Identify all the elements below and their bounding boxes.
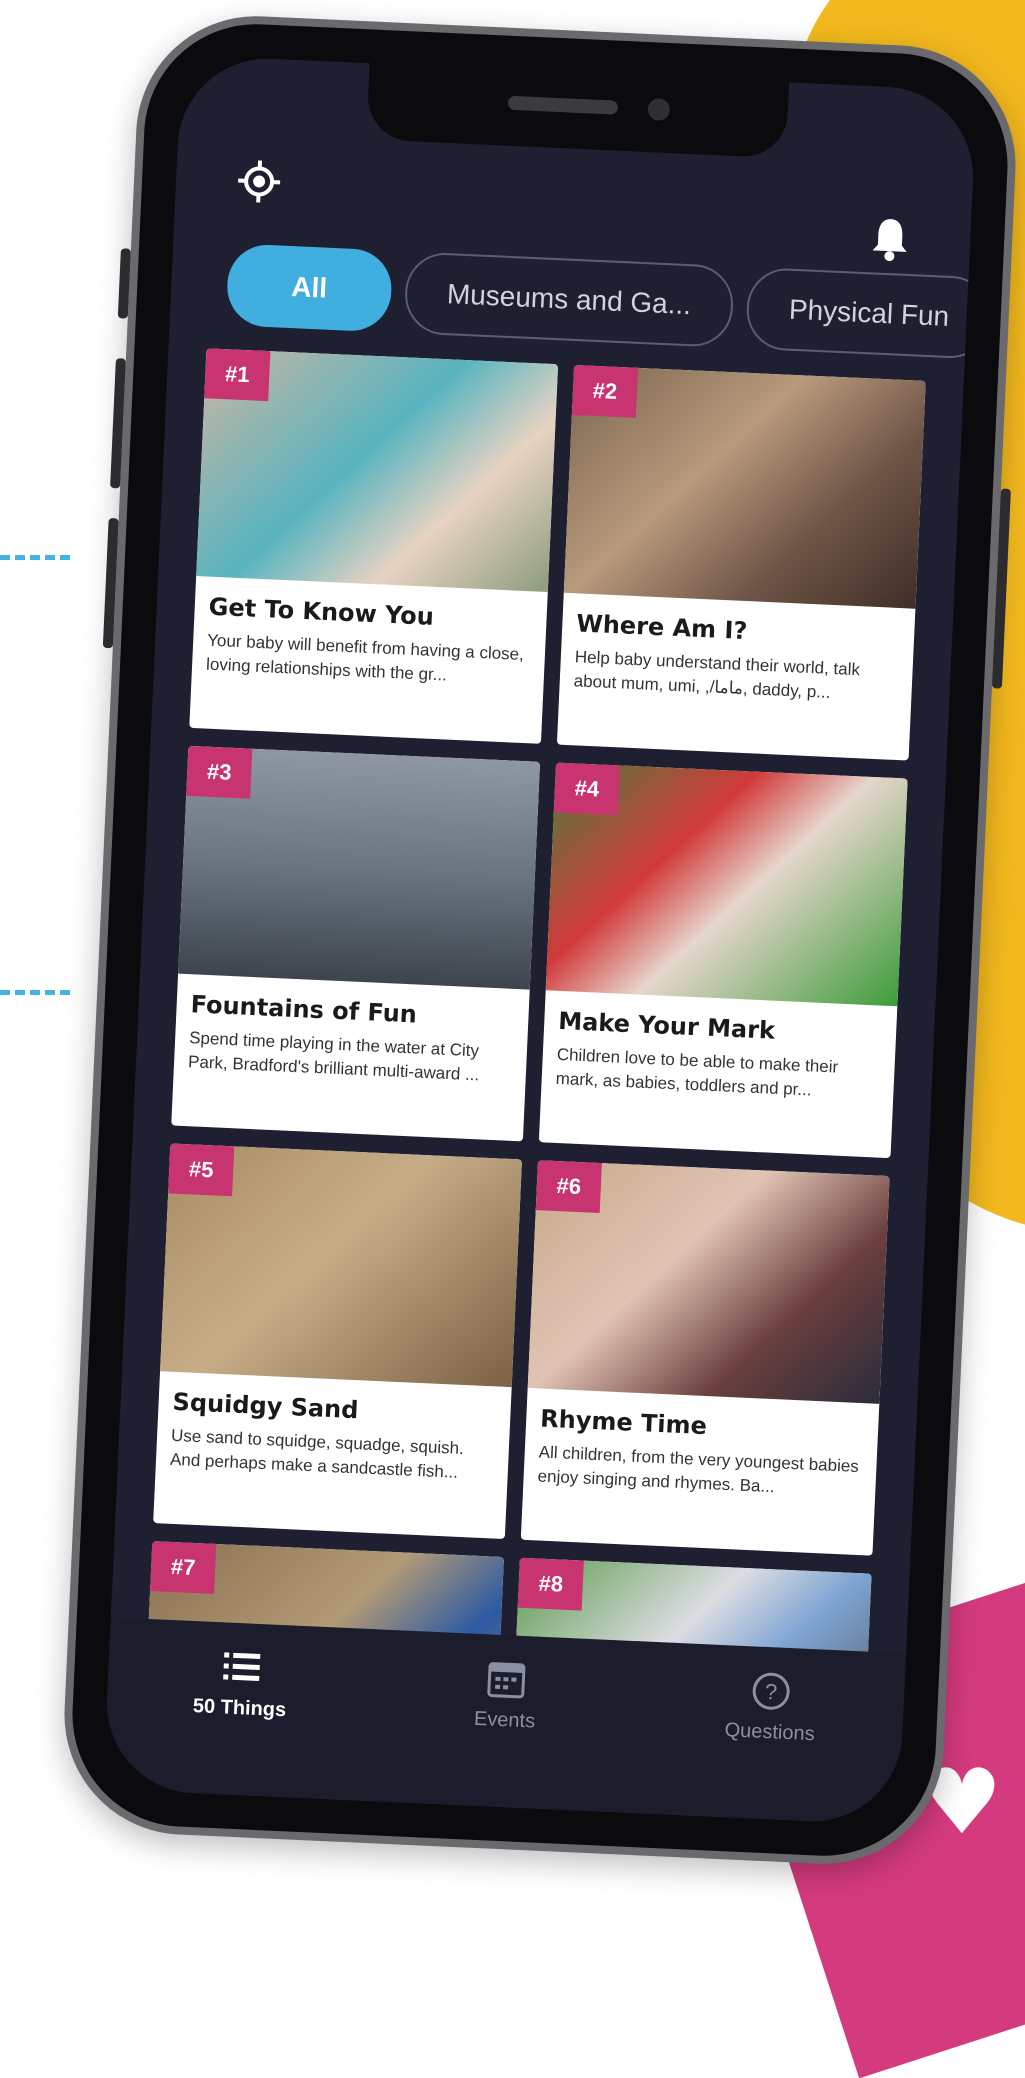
- nav-item-events[interactable]: Events: [404, 1653, 607, 1737]
- rank-badge: #6: [536, 1160, 602, 1213]
- phone-side-button: [110, 358, 126, 488]
- phone-power-button: [992, 488, 1011, 688]
- chip-physical-fun[interactable]: Physical Fun: [745, 267, 977, 360]
- rank-badge: #8: [518, 1558, 584, 1611]
- activity-card[interactable]: #6 Rhyme Time All children, from the ver…: [521, 1160, 890, 1556]
- nav-label: Events: [474, 1708, 536, 1733]
- activity-card[interactable]: #3 Fountains of Fun Spend time playing i…: [171, 746, 540, 1142]
- activity-card[interactable]: #5 Squidgy Sand Use sand to squidge, squ…: [153, 1143, 522, 1539]
- rank-badge: #7: [150, 1541, 216, 1594]
- rank-badge: #3: [186, 746, 252, 799]
- nav-item-questions[interactable]: ? Questions: [669, 1665, 872, 1749]
- activity-card[interactable]: #2 Where Am I? Help baby understand thei…: [557, 365, 926, 761]
- top-bar: [234, 157, 912, 248]
- front-camera: [647, 98, 670, 121]
- phone-notch: [366, 61, 789, 158]
- nav-label: 50 Things: [192, 1695, 286, 1721]
- rank-badge: #2: [572, 365, 638, 418]
- phone-side-button: [103, 518, 119, 648]
- card-image: #2: [564, 365, 926, 609]
- category-filter-bar: AllMuseums and Ga...Physical Fun: [225, 243, 968, 360]
- crosshair-location-icon[interactable]: [235, 157, 283, 205]
- card-image: #1: [196, 348, 558, 592]
- svg-text:?: ?: [765, 1679, 778, 1705]
- activity-grid: #1 Get To Know You Your baby will benefi…: [142, 348, 925, 1793]
- calendar-icon: [483, 1656, 529, 1702]
- rank-badge: #1: [204, 348, 270, 401]
- chip-all[interactable]: All: [226, 243, 393, 332]
- question-circle-icon: ?: [748, 1668, 794, 1714]
- speaker-grille: [508, 96, 619, 115]
- app-screen: AllMuseums and Ga...Physical Fun #1 Get …: [103, 55, 977, 1825]
- rank-badge: #4: [554, 763, 620, 816]
- phone-side-button: [118, 248, 131, 318]
- rank-badge: #5: [168, 1143, 234, 1196]
- bottom-navigation: 50 Things Events ? Ques: [103, 1617, 906, 1825]
- nav-item-50-things[interactable]: 50 Things: [139, 1641, 342, 1725]
- nav-label: Questions: [724, 1719, 815, 1745]
- activity-card[interactable]: #4 Make Your Mark Children love to be ab…: [539, 763, 908, 1159]
- bell-icon[interactable]: [869, 214, 911, 262]
- card-image: #3: [178, 746, 540, 990]
- card-image: #6: [528, 1160, 890, 1404]
- phone-mockup: AllMuseums and Ga...Physical Fun #1 Get …: [40, 0, 1020, 1890]
- card-image: #5: [160, 1143, 522, 1387]
- card-image: #4: [546, 763, 908, 1007]
- list-icon: [218, 1644, 264, 1690]
- phone-frame: AllMuseums and Ga...Physical Fun #1 Get …: [59, 11, 1021, 1869]
- activity-card[interactable]: #1 Get To Know You Your baby will benefi…: [189, 348, 558, 744]
- chip-museums-and-galleries[interactable]: Museums and Ga...: [403, 251, 735, 348]
